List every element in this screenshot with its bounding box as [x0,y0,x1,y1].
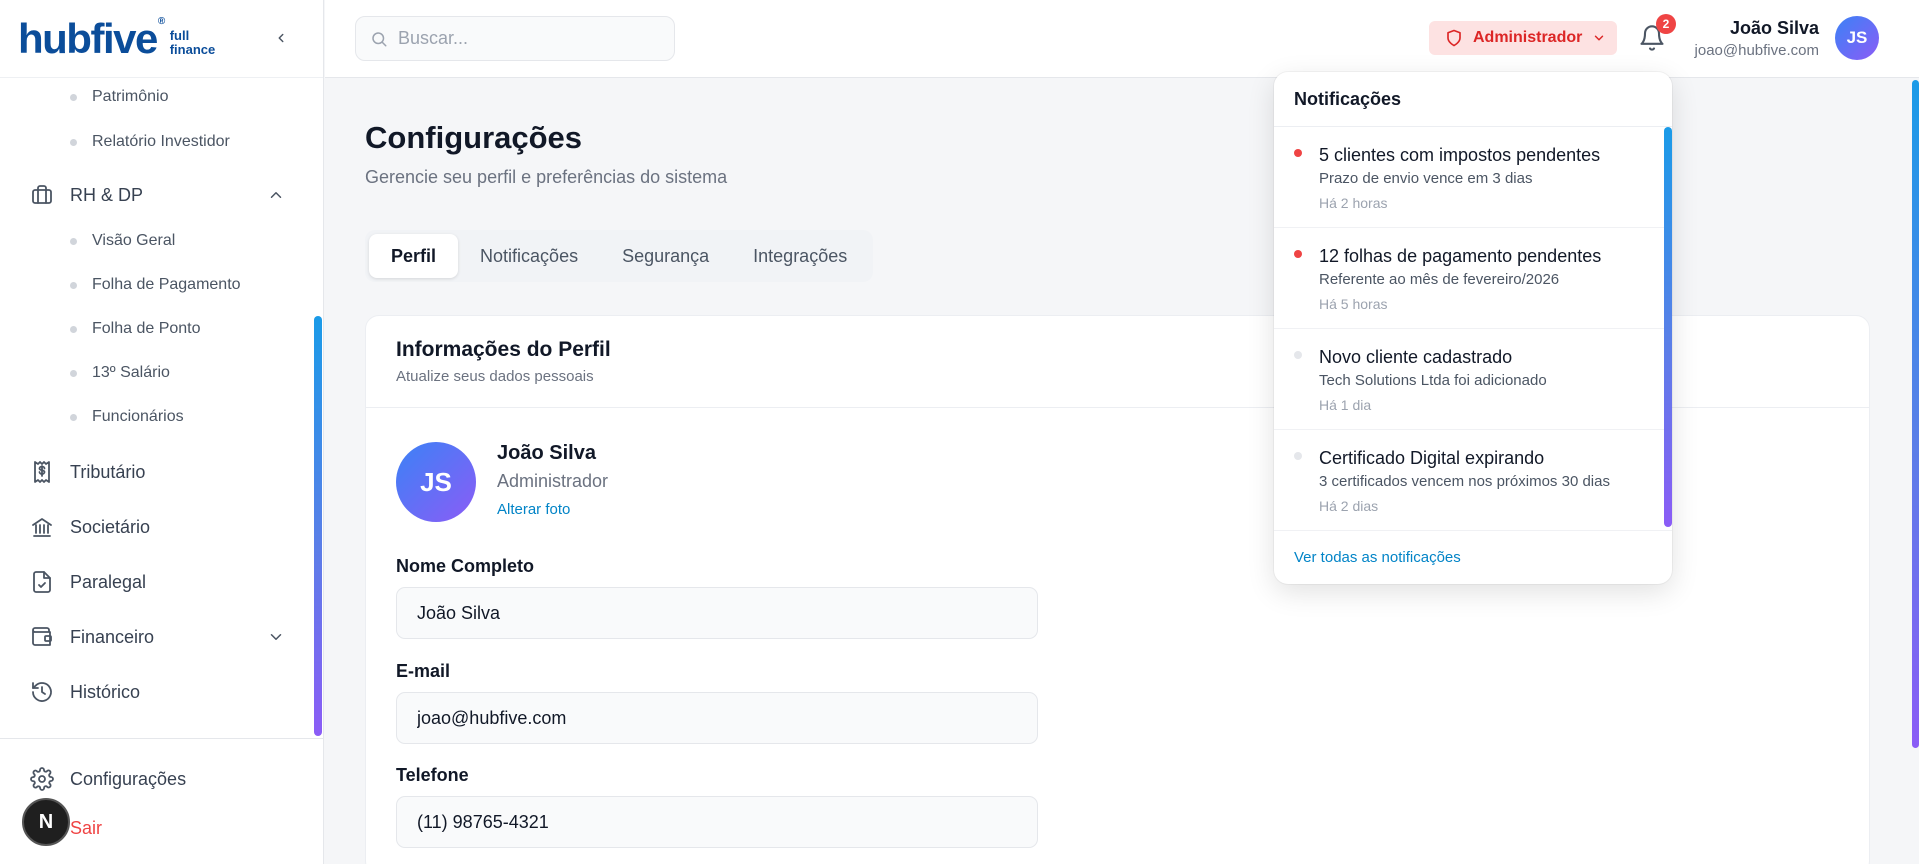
chevron-left-icon [278,33,284,43]
read-dot-icon [1294,351,1302,359]
user-email: joao@hubfive.com [1694,42,1819,59]
brand-tagline: full finance [169,27,216,57]
sidebar-subitem-visao-geral[interactable]: Visão Geral [70,232,175,250]
history-icon [32,682,52,702]
notification-item[interactable]: 5 clientes com impostos pendentes Prazo … [1274,127,1672,228]
bullet-icon [70,413,77,421]
sidebar-item-rh-dp[interactable]: RH & DP [30,183,285,207]
chevron-down-icon [1595,35,1604,41]
unread-dot-icon [1294,250,1302,258]
profile-role: Administrador [497,471,609,491]
notification-item[interactable]: Novo cliente cadastrado Tech Solutions L… [1274,329,1672,430]
bullet-icon [70,138,77,146]
shield-icon [1447,29,1461,47]
receipt-icon [34,461,50,483]
notifications-scrollbar[interactable] [1664,127,1672,527]
bank-icon [32,518,52,537]
sidebar-item-tributario[interactable]: Tributário [30,460,285,484]
sidebar-divider [0,738,324,739]
sidebar-subitem-13-salario[interactable]: 13º Salário [70,364,170,382]
notification-item[interactable]: Certificado Digital expirando 3 certific… [1274,430,1672,531]
sidebar-subitem-folha-pagamento[interactable]: Folha de Pagamento [70,276,241,294]
tab-seguranca[interactable]: Segurança [600,234,731,278]
change-photo-link[interactable]: Alterar foto [497,501,570,518]
page-scrollbar[interactable] [1912,80,1919,748]
user-avatar[interactable]: JS [1835,16,1879,60]
email-input[interactable] [396,692,1038,744]
user-name[interactable]: João Silva [1730,18,1819,39]
brand-logo[interactable]: hubfive® [18,16,165,60]
full-name-label: Nome Completo [396,556,535,576]
full-name-input[interactable] [396,587,1038,639]
sidebar-item-financeiro[interactable]: Financeiro [30,625,285,649]
bullet-icon [70,93,77,101]
sidebar-item-configuracoes[interactable]: Configurações [30,767,285,791]
dev-tools-badge[interactable]: N [22,798,70,846]
phone-input[interactable] [396,796,1038,848]
top-header: Administrador 2 João Silva joao@hubfive.… [325,0,1919,78]
sidebar-item-paralegal[interactable]: Paralegal [30,570,285,594]
file-check-icon [33,571,51,593]
notification-item[interactable]: 12 folhas de pagamento pendentes Referen… [1274,228,1672,329]
bullet-icon [70,325,77,333]
bullet-icon [70,369,77,377]
sidebar-subitem-folha-ponto[interactable]: Folha de Ponto [70,320,201,338]
unread-dot-icon [1294,149,1302,157]
bullet-icon [70,281,77,289]
notifications-dropdown: Notificações 5 clientes com impostos pen… [1274,72,1672,584]
profile-name: João Silva [497,442,596,464]
page-subtitle: Gerencie seu perfil e preferências do si… [365,167,728,187]
notifications-title: Notificações [1274,72,1672,127]
gear-icon [30,767,54,791]
settings-tabs: Perfil Notificações Segurança Integraçõe… [365,230,874,282]
email-label: E-mail [396,661,451,681]
collapse-sidebar-button[interactable] [271,28,291,48]
page-title: Configurações [365,120,583,155]
view-all-notifications-link[interactable]: Ver todas as notificações [1294,549,1461,566]
sidebar-item-societario[interactable]: Societário [30,515,285,539]
tab-integracoes[interactable]: Integrações [731,234,869,278]
search-box[interactable] [355,16,675,61]
logo-bar: hubfive® full finance [0,0,323,78]
sidebar: hubfive® full finance Patrimônio Relatóri… [0,0,324,864]
chevron-up-icon [270,192,282,198]
sidebar-subitem-funcionarios[interactable]: Funcionários [70,408,184,426]
tab-perfil[interactable]: Perfil [369,234,459,278]
search-input[interactable] [398,28,648,49]
sidebar-item-historico[interactable]: Histórico [30,680,285,704]
briefcase-icon [32,185,52,204]
read-dot-icon [1294,452,1302,460]
tab-notificacoes[interactable]: Notificações [458,234,600,278]
chevron-down-icon [270,634,282,640]
search-icon [372,31,387,46]
sidebar-scrollbar[interactable] [314,316,322,736]
sidebar-subitem-relatorio-investidor[interactable]: Relatório Investidor [70,133,230,151]
sidebar-subitem-patrimonio[interactable]: Patrimônio [70,88,168,106]
notification-count-badge: 2 [1656,14,1676,34]
phone-label: Telefone [396,765,469,785]
bullet-icon [70,237,77,245]
wallet-icon [32,627,52,646]
logout-button[interactable]: Sair [70,818,102,839]
profile-avatar: JS [396,442,476,522]
role-selector-button[interactable]: Administrador [1429,21,1617,55]
